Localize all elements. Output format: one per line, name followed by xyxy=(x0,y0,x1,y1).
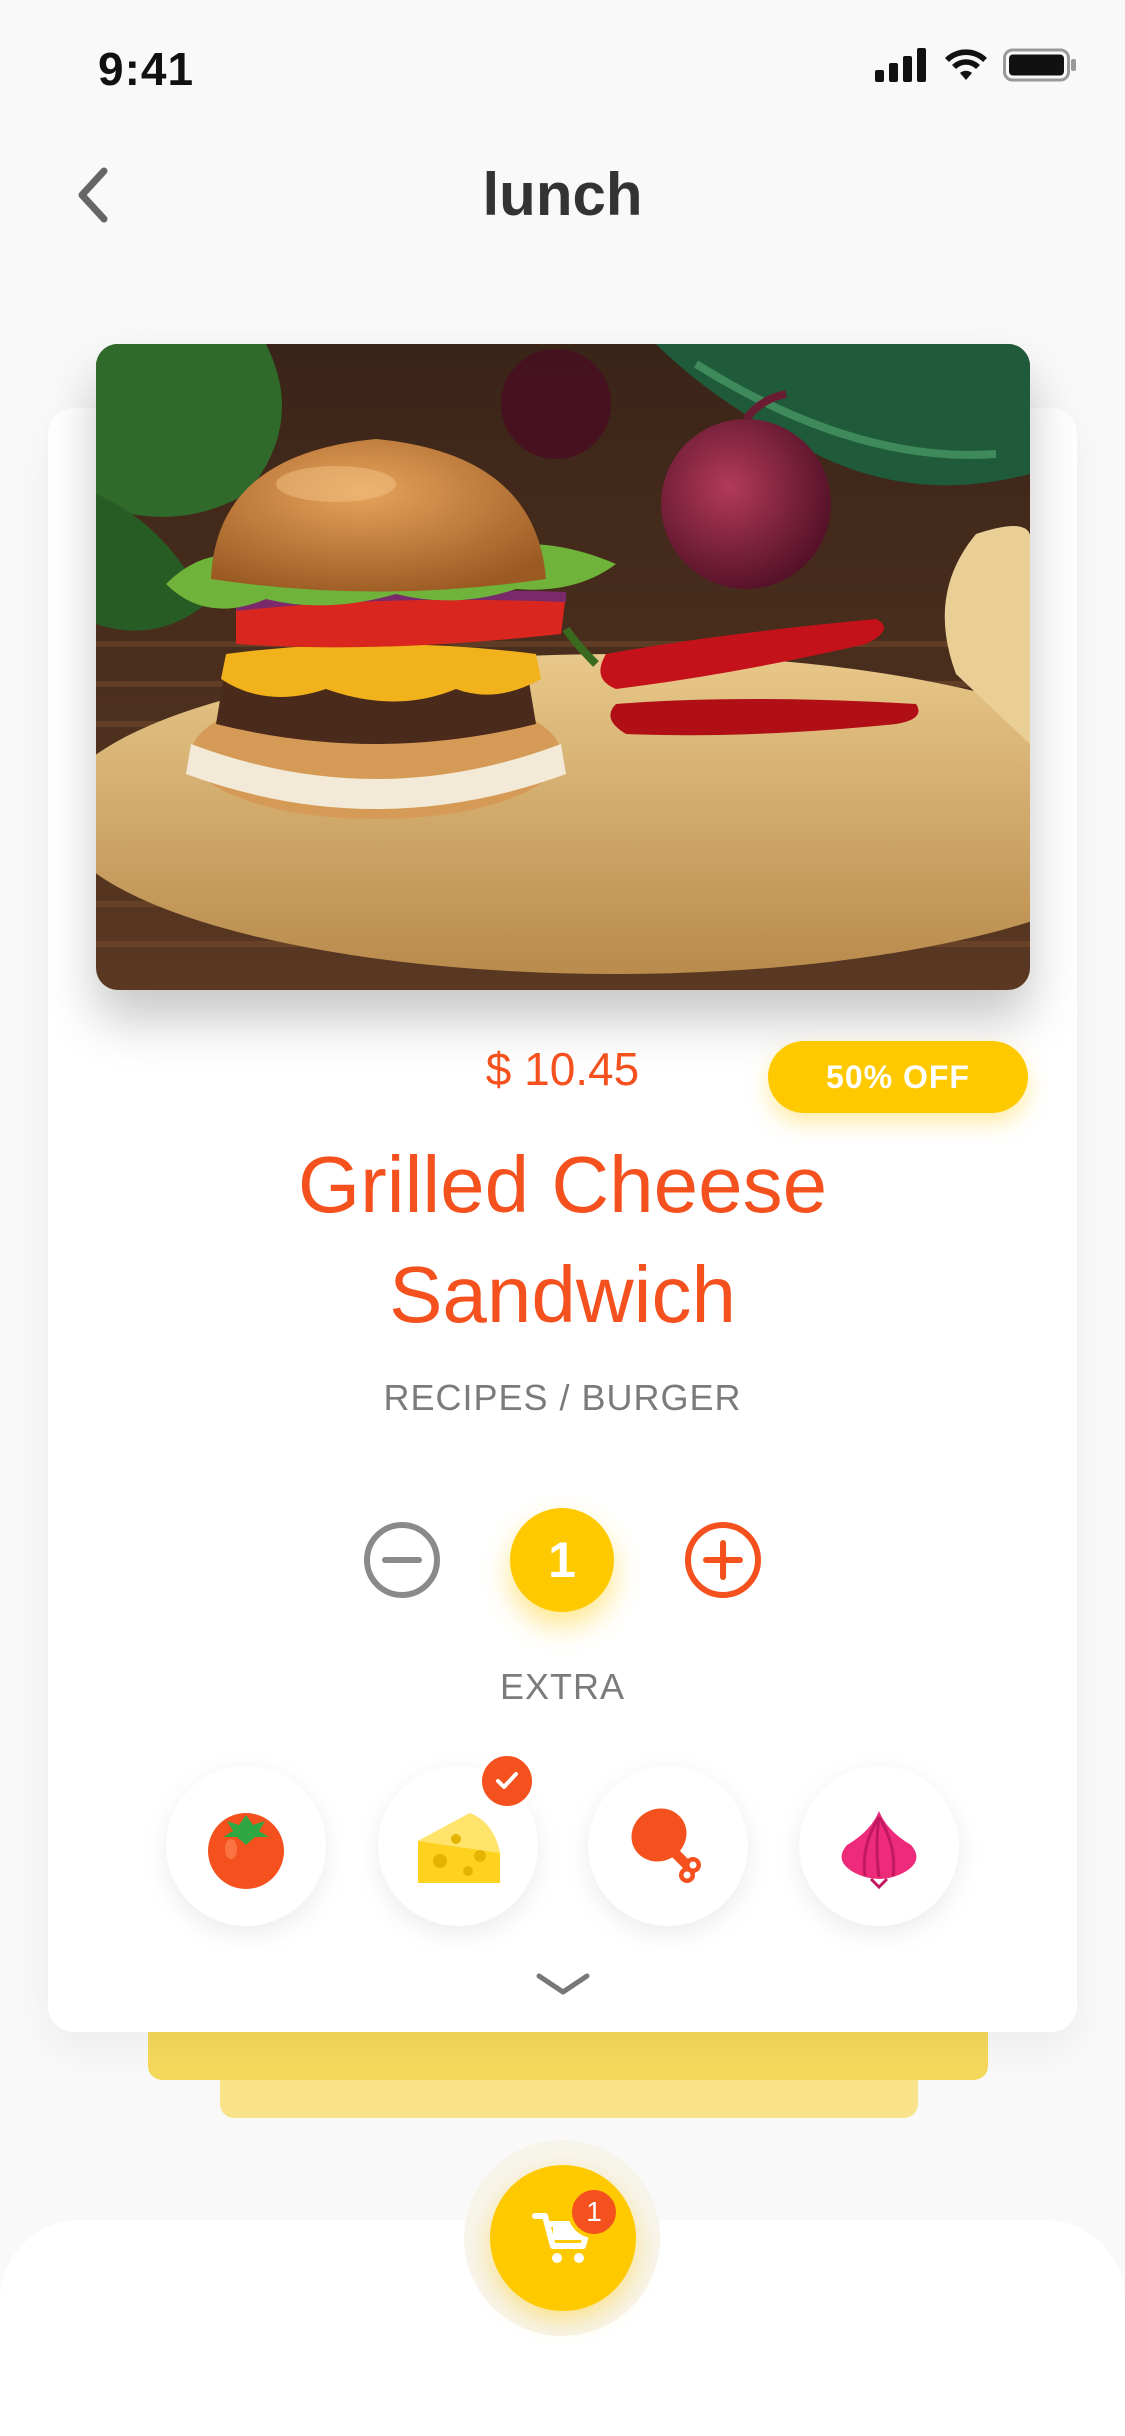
extra-tomato-button[interactable] xyxy=(166,1766,326,1926)
cart-button[interactable] xyxy=(490,2165,636,2311)
status-icons xyxy=(875,48,1077,82)
minus-circle-icon xyxy=(364,1522,440,1598)
quantity-value: 1 xyxy=(510,1508,614,1612)
expand-extras-button[interactable] xyxy=(535,1970,591,2000)
product-image xyxy=(96,344,1030,990)
checkmark-icon xyxy=(496,1772,518,1789)
extra-selected-badge xyxy=(478,1752,536,1810)
page-title: lunch xyxy=(482,161,643,228)
increase-quantity-button[interactable] xyxy=(683,1520,763,1600)
product-title-line2: Sandwich xyxy=(389,1250,736,1339)
discount-badge: 50% OFF xyxy=(768,1041,1028,1113)
chevron-down-icon xyxy=(536,1973,590,1995)
extra-chicken-button[interactable] xyxy=(588,1766,748,1926)
tomato-icon xyxy=(208,1813,284,1889)
extra-onion-button[interactable] xyxy=(799,1766,959,1926)
plus-circle-icon xyxy=(685,1522,761,1598)
cheese-icon xyxy=(418,1813,500,1883)
battery-icon xyxy=(1003,48,1076,82)
product-title-line1: Grilled Cheese xyxy=(297,1140,828,1229)
category-breadcrumb: RECIPES / BURGER xyxy=(383,1377,742,1418)
decrease-quantity-button[interactable] xyxy=(362,1520,442,1600)
product-price: $ 10.45 xyxy=(485,1043,640,1095)
wifi-icon xyxy=(945,49,987,80)
signal-icon xyxy=(875,48,926,82)
status-time: 9:41 xyxy=(98,43,195,95)
chicken-leg-icon xyxy=(631,1808,701,1883)
onion-icon xyxy=(841,1811,917,1890)
cart-count-badge: 1 xyxy=(568,2186,620,2238)
extras-label: EXTRA xyxy=(499,1666,626,1707)
